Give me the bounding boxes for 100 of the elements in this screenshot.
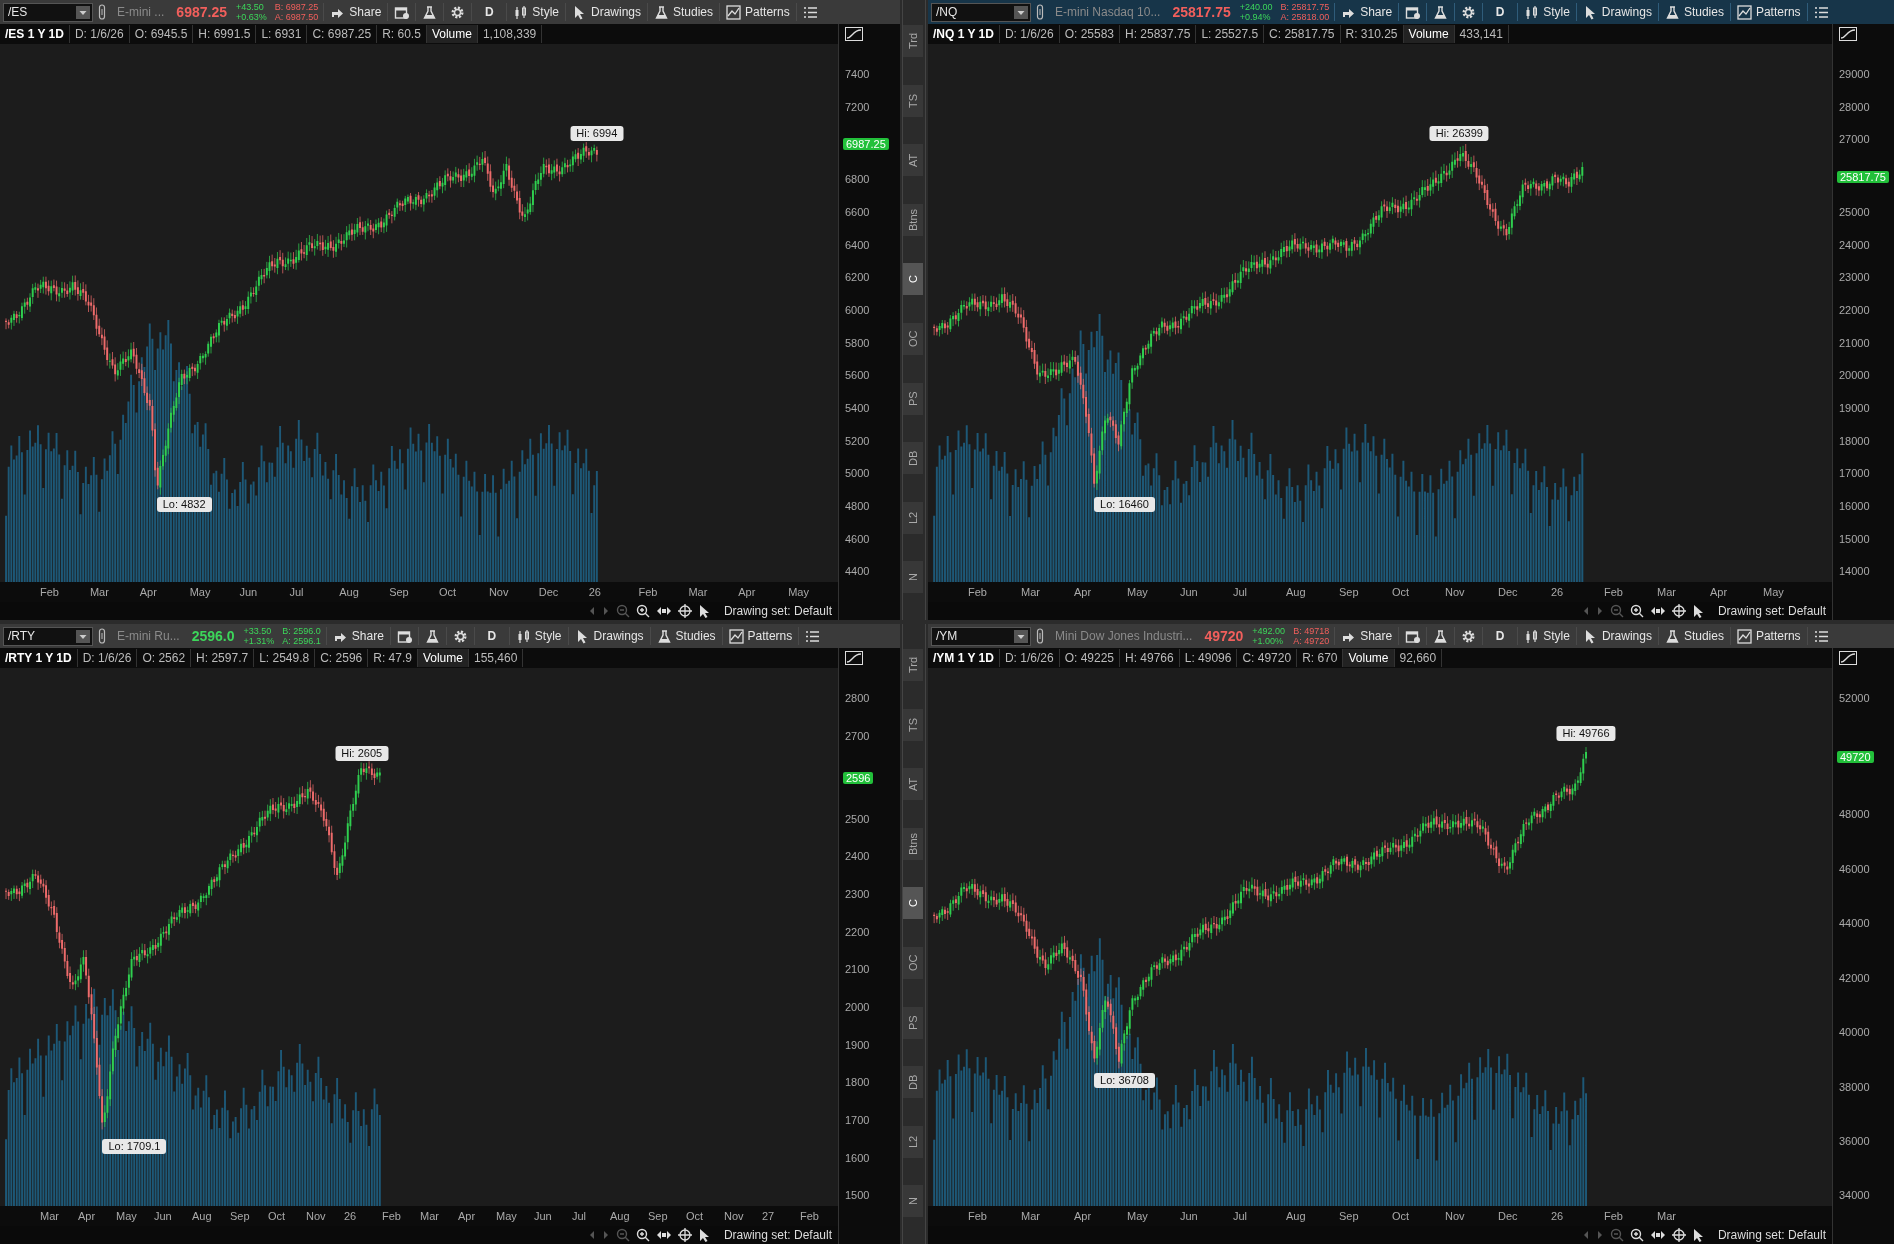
aggregation-button[interactable]: D (476, 626, 507, 646)
side-tab[interactable]: N (903, 561, 923, 594)
scroll-right-icon (601, 606, 610, 616)
share-button[interactable]: Share (328, 626, 388, 646)
price-label: 19000 (1838, 401, 1871, 417)
style-button[interactable]: Style (509, 2, 563, 22)
aggregation-button[interactable]: D (1485, 2, 1516, 22)
pan-icon (1649, 604, 1666, 618)
zoom-out-icon (1609, 604, 1624, 618)
month-label: May (496, 1208, 518, 1224)
side-tab[interactable]: AT (903, 144, 923, 177)
patterns-button[interactable]: Patterns (1732, 626, 1805, 646)
studies-button[interactable]: Studies (1660, 2, 1728, 22)
price-label: 1900 (844, 1037, 871, 1053)
month-label: Sep (1339, 584, 1360, 600)
side-tab[interactable]: Trd (903, 25, 923, 57)
symbol-field[interactable]: /NQ (931, 2, 1031, 22)
price-label: 24000 (1838, 237, 1871, 253)
cursor-icon (697, 604, 710, 618)
menu-icon (1813, 628, 1829, 644)
style-button[interactable]: Style (1520, 2, 1574, 22)
side-tab[interactable]: TS (903, 84, 923, 117)
ohlc-value: H: 2597.7 (191, 649, 255, 667)
aggregation-button[interactable]: D (474, 2, 505, 22)
price-label: 4600 (844, 531, 871, 547)
share-button[interactable]: Share (1337, 2, 1397, 22)
high-label: Hi: 2605 (335, 746, 389, 762)
symbol-field[interactable]: /ES (3, 2, 93, 22)
side-tab[interactable]: Btns (903, 827, 923, 860)
month-label: Sep (648, 1208, 669, 1224)
price-label: 2100 (844, 962, 871, 978)
month-label: 26 (1551, 1208, 1565, 1224)
month-label: May (189, 584, 212, 600)
side-tab[interactable]: PS (903, 1006, 923, 1039)
drawing-set-label: Drawing set: Default (723, 1227, 832, 1244)
price-label: 5600 (844, 368, 871, 384)
share-button[interactable]: Share (326, 2, 386, 22)
patterns-button[interactable]: Patterns (724, 626, 797, 646)
drawings-button[interactable]: Drawings (568, 2, 645, 22)
crosshair-icon (1671, 604, 1686, 618)
ohlc-value: D: 1/6/26 (999, 649, 1060, 667)
month-label: Sep (1339, 1208, 1360, 1224)
month-label: Mar (1021, 584, 1041, 600)
patterns-button[interactable]: Patterns (722, 2, 794, 22)
month-label: Mar (1021, 1208, 1041, 1224)
studies-button[interactable]: Studies (650, 2, 718, 22)
side-tab[interactable]: PS (903, 382, 923, 415)
last-price: 2596.0 (190, 627, 236, 645)
price-label: 36000 (1838, 1134, 1871, 1149)
drawings-button[interactable]: Drawings (1578, 2, 1656, 22)
price-label: 40000 (1838, 1025, 1871, 1041)
price-label: 5200 (844, 433, 871, 449)
symbol-field[interactable]: /YM (931, 626, 1031, 646)
candlestick-icon (1524, 4, 1540, 20)
aggregation-button[interactable]: D (1485, 626, 1516, 646)
share-button[interactable]: Share (1337, 626, 1397, 646)
side-tab[interactable]: N (903, 1185, 923, 1218)
price-label: 25000 (1838, 205, 1871, 221)
side-tab[interactable]: OC (903, 322, 923, 355)
style-button[interactable]: Style (511, 626, 566, 646)
side-tab[interactable]: Trd (903, 649, 923, 681)
low-label: Lo: 16460 (1094, 497, 1155, 513)
style-button[interactable]: Style (1520, 626, 1574, 646)
instrument-description: E-mini ... (116, 4, 166, 20)
drawings-button[interactable]: Drawings (1578, 626, 1656, 646)
link-icon (98, 628, 106, 644)
month-label: Jun (1180, 1208, 1199, 1224)
studies-button[interactable]: Studies (652, 626, 720, 646)
zoom-in-icon (635, 1228, 650, 1242)
percent-change: +0.63% (235, 12, 267, 22)
candlestick-icon (1524, 628, 1540, 644)
side-tab[interactable]: C (903, 263, 923, 296)
side-tab[interactable]: AT (903, 768, 923, 801)
month-label: Jun (1180, 584, 1199, 600)
price-label: 34000 (1838, 1188, 1871, 1204)
studies-button[interactable]: Studies (1660, 626, 1728, 646)
chart-title: /NQ 1 Y 1D (928, 25, 1000, 43)
volume-value: 1,108,339 (477, 25, 543, 43)
side-tab[interactable]: Btns (903, 203, 923, 236)
side-tab[interactable]: L2 (903, 1125, 923, 1158)
month-label: Apr (1074, 1208, 1093, 1224)
month-label: Nov (488, 584, 510, 600)
side-tab[interactable]: TS (903, 708, 923, 741)
crosshair-icon (677, 1228, 692, 1242)
side-tab[interactable]: OC (903, 946, 923, 979)
symbol-field[interactable]: /RTY (3, 626, 93, 646)
price-label: 4800 (844, 499, 871, 515)
month-label: Apr (1074, 584, 1093, 600)
crosshair-icon (677, 604, 692, 618)
month-label: Jun (534, 1208, 553, 1224)
side-tab[interactable]: C (903, 887, 923, 920)
side-tab[interactable]: L2 (903, 501, 923, 534)
ohlc-value: O: 25583 (1059, 25, 1120, 43)
price-label: 5400 (844, 401, 871, 417)
month-label: Mar (89, 584, 110, 600)
side-tab[interactable]: DB (903, 442, 923, 475)
patterns-button[interactable]: Patterns (1732, 2, 1805, 22)
net-change: +492.00 (1252, 626, 1286, 636)
side-tab[interactable]: DB (903, 1066, 923, 1099)
drawings-button[interactable]: Drawings (570, 626, 648, 646)
